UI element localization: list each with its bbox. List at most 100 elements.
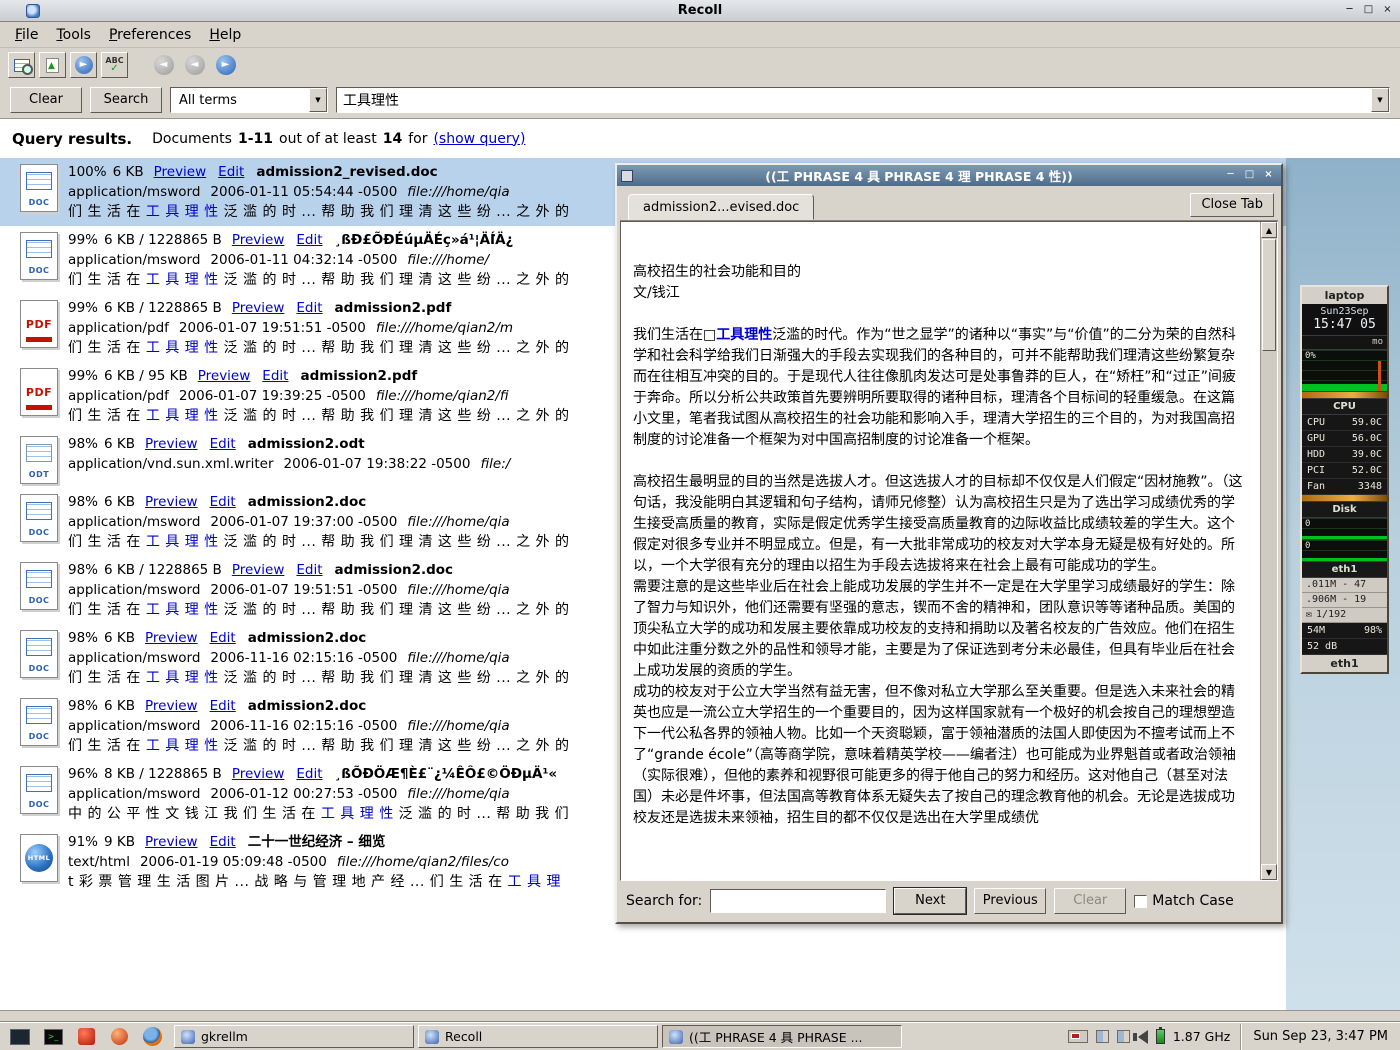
- keyboard-layout-icon[interactable]: [1068, 1030, 1088, 1043]
- preview-link[interactable]: Preview: [232, 766, 285, 782]
- preview-link[interactable]: Preview: [232, 562, 285, 578]
- battery-icon[interactable]: [1156, 1029, 1165, 1044]
- preview-link[interactable]: Preview: [145, 834, 198, 850]
- edit-link[interactable]: Edit: [296, 766, 322, 782]
- edit-link[interactable]: Edit: [296, 300, 322, 316]
- menu-item[interactable]: Help: [200, 24, 250, 46]
- spellcheck-button[interactable]: ABC✓: [101, 52, 128, 78]
- query-refresh-button[interactable]: ►: [70, 52, 97, 78]
- edit-link[interactable]: Edit: [262, 368, 288, 384]
- recoll-titlebar[interactable]: Recoll ─ □ ×: [0, 0, 1400, 22]
- preview-link[interactable]: Preview: [154, 164, 207, 180]
- pager-icon[interactable]: [1096, 1030, 1109, 1043]
- toolbar: ► ABC✓ ◄ ◄ ►: [0, 48, 1400, 82]
- show-query-link[interactable]: (show query): [433, 131, 525, 147]
- search-button[interactable]: Search: [90, 87, 162, 113]
- terminal-launcher[interactable]: >_: [41, 1026, 65, 1048]
- result-mime: application/pdf: [68, 388, 169, 404]
- edit-link[interactable]: Edit: [210, 698, 236, 714]
- preview-link[interactable]: Preview: [145, 436, 198, 452]
- edit-link[interactable]: Edit: [296, 232, 322, 248]
- scroll-up-icon[interactable]: ▲: [1261, 222, 1277, 238]
- result-size: 8 KB / 1228865 B: [104, 766, 222, 782]
- preview-titlebar[interactable]: ((工 PHRASE 4 具 PHRASE 4 理 PHRASE 4 性)) ─…: [617, 165, 1281, 186]
- gkrellm-monitor[interactable]: laptop Sun23Sep 15:47 05 mo 0% CPU CPU59…: [1300, 285, 1389, 674]
- show-desktop-launcher[interactable]: [8, 1026, 32, 1048]
- task-button[interactable]: ((工 PHRASE 4 具 PHRASE ...: [662, 1025, 902, 1048]
- find-next-button[interactable]: Next: [894, 888, 966, 914]
- preview-link[interactable]: Preview: [145, 698, 198, 714]
- app-launcher-orange[interactable]: [107, 1026, 131, 1048]
- edit-link[interactable]: Edit: [210, 436, 236, 452]
- result-date: 2006-01-07 19:51:51 -0500: [210, 582, 397, 598]
- result-mime: application/msword: [68, 718, 200, 734]
- preview-link[interactable]: Preview: [232, 300, 285, 316]
- result-title: admission2.pdf: [300, 368, 417, 384]
- search-mode-select[interactable]: All terms ▼: [170, 87, 328, 113]
- sensor-value: 59.0C: [1352, 415, 1382, 430]
- result-title: admission2_revised.doc: [256, 164, 437, 180]
- result-score: 99%: [68, 300, 98, 316]
- edit-link[interactable]: Edit: [218, 164, 244, 180]
- chevron-down-icon[interactable]: ▼: [1371, 88, 1389, 112]
- maximize-icon[interactable]: □: [1241, 168, 1258, 183]
- menu-item[interactable]: Tools: [47, 24, 100, 46]
- mail-row[interactable]: ✉ 1/192: [1302, 608, 1387, 623]
- firefox-launcher[interactable]: [140, 1026, 164, 1048]
- chevron-down-icon[interactable]: ▼: [309, 88, 327, 112]
- preview-link[interactable]: Preview: [232, 232, 285, 248]
- minimize-icon[interactable]: ─: [1222, 168, 1239, 183]
- result-title: admission2.doc: [248, 630, 367, 646]
- task-button[interactable]: gkrellm: [174, 1025, 414, 1048]
- file-type-icon: DOC: [20, 766, 58, 814]
- page-next-button[interactable]: ►: [212, 52, 239, 78]
- preview-link[interactable]: Preview: [198, 368, 251, 384]
- preview-text-area[interactable]: 高校招生的社会功能和目的文/钱江我们生活在□工具理性泛滥的时代。作为“世之显学”…: [621, 222, 1260, 880]
- edit-link[interactable]: Edit: [210, 630, 236, 646]
- maximize-icon[interactable]: □: [1360, 3, 1377, 18]
- preview-link[interactable]: Preview: [145, 494, 198, 510]
- edit-link[interactable]: Edit: [296, 562, 322, 578]
- preview-tab[interactable]: admission2...evised.doc: [628, 194, 814, 220]
- signal-row: 52 dB: [1302, 639, 1387, 655]
- file-type-icon: PDF: [20, 368, 58, 416]
- task-button[interactable]: Recoll: [418, 1025, 658, 1048]
- clear-button[interactable]: Clear: [10, 87, 82, 113]
- close-icon[interactable]: ×: [1379, 3, 1396, 18]
- preview-link[interactable]: Preview: [145, 630, 198, 646]
- menu-item[interactable]: File: [6, 24, 47, 46]
- file-type-label: DOC: [29, 198, 50, 207]
- volume-icon[interactable]: [1138, 1030, 1148, 1044]
- edit-link[interactable]: Edit: [210, 494, 236, 510]
- menu-item[interactable]: Preferences: [100, 24, 200, 46]
- result-path: file:///home/qia: [407, 582, 509, 598]
- scroll-down-icon[interactable]: ▼: [1261, 864, 1277, 880]
- app-launcher-red[interactable]: [74, 1026, 98, 1048]
- match-case-option[interactable]: Match Case: [1134, 893, 1233, 909]
- result-path: file:///home/qian2/files/co: [337, 854, 509, 870]
- file-type-label: PDF: [26, 318, 52, 331]
- find-input[interactable]: [710, 889, 886, 913]
- match-case-checkbox[interactable]: [1134, 895, 1147, 908]
- edit-link[interactable]: Edit: [210, 834, 236, 850]
- index-update-button[interactable]: [39, 52, 66, 78]
- workspace-icon[interactable]: [1117, 1030, 1130, 1043]
- gkrellm-clock: Sun23Sep 15:47 05: [1302, 304, 1387, 336]
- minimize-icon[interactable]: ─: [1341, 3, 1358, 18]
- sensor-row: CPU59.0C: [1302, 415, 1387, 431]
- memory-percent: 98%: [1364, 623, 1382, 638]
- term-explorer-button[interactable]: [8, 52, 35, 78]
- preview-scrollbar[interactable]: ▲ ▼: [1260, 222, 1277, 880]
- match-highlight: 工具理性: [716, 327, 772, 343]
- status-bar: [0, 1010, 1400, 1022]
- documents-label: Documents: [152, 131, 232, 147]
- page-first-button[interactable]: ◄: [150, 52, 177, 78]
- page-prev-button[interactable]: ◄: [181, 52, 208, 78]
- search-input[interactable]: [337, 89, 1371, 111]
- close-tab-button[interactable]: Close Tab: [1190, 193, 1274, 217]
- find-previous-button[interactable]: Previous: [974, 888, 1046, 914]
- close-icon[interactable]: ×: [1260, 168, 1277, 183]
- orange-app-icon: [111, 1028, 128, 1045]
- scrollbar-thumb[interactable]: [1262, 239, 1276, 351]
- result-title: admission2.pdf: [335, 300, 452, 316]
